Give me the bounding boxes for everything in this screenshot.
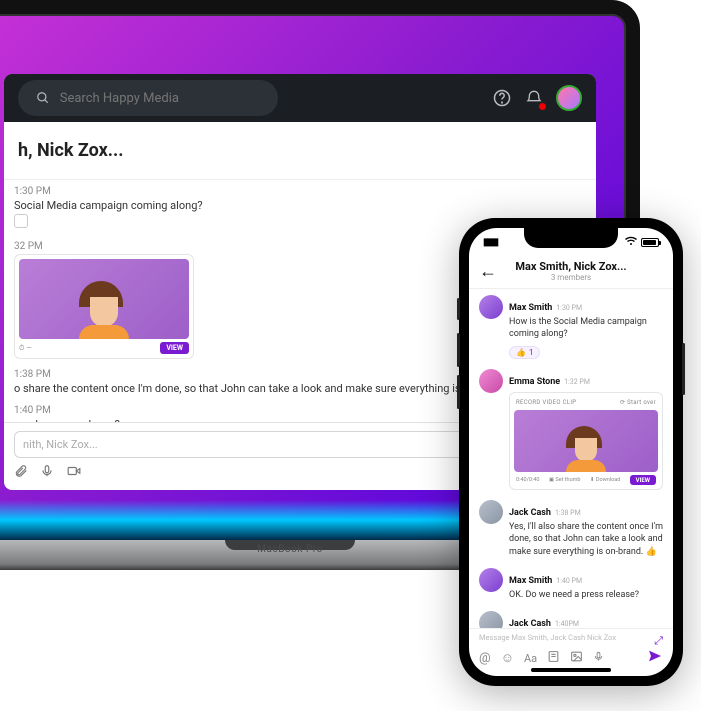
user-avatar[interactable] xyxy=(556,85,582,111)
microphone-icon[interactable] xyxy=(40,464,54,482)
notifications-icon[interactable] xyxy=(524,88,544,108)
back-button[interactable]: ← xyxy=(479,261,497,282)
attachment-icon[interactable] xyxy=(547,650,560,667)
video-clip-card[interactable]: RECORD VIDEO CLIP ⟳ Start over 0:40/0:40… xyxy=(509,392,663,490)
message-timestamp: 1:38 PM xyxy=(555,509,581,517)
signal-icon: ▮▮▮▮ xyxy=(483,237,497,248)
view-button[interactable]: VIEW xyxy=(630,475,656,485)
message-timestamp: 1:40PM xyxy=(555,620,579,628)
message-timestamp: 1:30 PM xyxy=(556,304,582,312)
video-icon[interactable] xyxy=(66,464,82,482)
wifi-icon xyxy=(625,236,637,249)
video-thumbnail xyxy=(19,259,189,339)
sender-name: Jack Cash xyxy=(509,619,551,628)
search-icon xyxy=(34,88,52,108)
expand-icon[interactable]: ⤢ xyxy=(654,634,663,648)
chat-header: ← Max Smith, Nick Zox... 3 members xyxy=(469,256,673,289)
iphone-device: ▮▮▮▮ 9:41 ← Max Smith, Nick Zox... 3 mem… xyxy=(459,218,683,686)
sender-name: Max Smith xyxy=(509,303,552,313)
set-thumb-button[interactable]: ▣ Set thumb xyxy=(549,477,581,483)
message: Max Smith 1:30 PM How is the Social Media… xyxy=(479,295,663,359)
reaction-chip[interactable]: 👍1 xyxy=(509,346,540,359)
sender-name: Max Smith xyxy=(509,576,552,586)
message: Emma Stone 1:32 PM RECORD VIDEO CLIP ⟳ St… xyxy=(479,369,663,490)
message-text: Yes, I'll also share the content once I'… xyxy=(509,521,663,557)
start-over-button[interactable]: ⟳ Start over xyxy=(620,399,656,406)
message: Max Smith 1:40 PM OK. Do we need a press … xyxy=(479,568,663,601)
video-thumbnail xyxy=(514,410,658,472)
sender-name: Emma Stone xyxy=(509,377,560,387)
avatar[interactable] xyxy=(479,611,503,628)
video-card-label: RECORD VIDEO CLIP xyxy=(516,399,576,406)
chat-subtitle: 3 members xyxy=(497,273,645,282)
chat-title: Max Smith, Nick Zox... xyxy=(497,260,645,273)
video-duration: 0:40/0:40 xyxy=(516,477,539,483)
app-header xyxy=(4,74,596,122)
notification-dot xyxy=(539,103,546,110)
format-text-icon[interactable]: Aa xyxy=(524,652,537,665)
message-text: OK. Do we need a press release? xyxy=(509,589,663,601)
view-button[interactable]: VIEW xyxy=(160,342,189,354)
mention-icon[interactable]: @ xyxy=(479,651,491,666)
attachment-icon[interactable] xyxy=(14,464,28,482)
search-field[interactable] xyxy=(18,80,278,116)
message-timestamp: 1:30 PM xyxy=(14,186,586,197)
video-clip-card[interactable]: ⏱ — VIEW xyxy=(14,254,194,359)
help-icon[interactable] xyxy=(492,88,512,108)
emoji-icon[interactable]: ☺ xyxy=(501,650,514,666)
video-meta: ⏱ — xyxy=(19,344,32,353)
battery-icon xyxy=(641,238,659,247)
search-input[interactable] xyxy=(60,91,262,106)
send-button[interactable] xyxy=(647,648,663,668)
device-label: MacBook Pro xyxy=(257,544,322,555)
message-timestamp: 1:32 PM xyxy=(564,378,590,386)
home-indicator[interactable] xyxy=(531,668,611,672)
avatar[interactable] xyxy=(479,568,503,592)
download-button[interactable]: ⬇ Download xyxy=(590,477,620,483)
message-timestamp: 1:40 PM xyxy=(556,577,582,585)
message: Jack Cash 1:38 PM Yes, I'll also share th… xyxy=(479,500,663,557)
image-icon[interactable] xyxy=(570,650,583,667)
avatar[interactable] xyxy=(479,500,503,524)
message-text: How is the Social Media campaign coming … xyxy=(509,316,663,340)
sender-name: Jack Cash xyxy=(509,508,551,518)
message-text: Social Media campaign coming along? xyxy=(14,199,586,212)
reaction-button[interactable] xyxy=(14,214,28,228)
iphone-notch xyxy=(524,228,618,248)
microphone-icon[interactable] xyxy=(593,650,604,667)
iphone-screen: ▮▮▮▮ 9:41 ← Max Smith, Nick Zox... 3 mem… xyxy=(469,228,673,676)
header-actions xyxy=(492,85,582,111)
message: Jack Cash1:40PM pressrealice_May2021 11.… xyxy=(479,611,663,628)
avatar[interactable] xyxy=(479,369,503,393)
message-list[interactable]: Max Smith 1:30 PM How is the Social Media… xyxy=(469,289,673,628)
avatar[interactable] xyxy=(479,295,503,319)
composer-input[interactable]: Message Max Smith, Jack Cash Nick Zox xyxy=(479,633,616,642)
chat-title: h, Nick Zox... xyxy=(4,122,596,180)
